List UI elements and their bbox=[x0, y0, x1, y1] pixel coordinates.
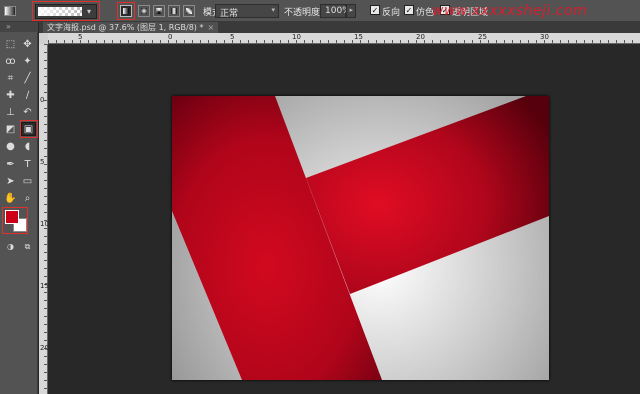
gradient-picker-highlight bbox=[32, 1, 100, 21]
shape-icon[interactable]: ▭ bbox=[20, 175, 35, 189]
clone-stamp-icon[interactable]: ⊥ bbox=[3, 106, 18, 120]
move-icon[interactable]: ✥ bbox=[20, 38, 35, 52]
reverse-label: 反向 bbox=[382, 8, 401, 18]
gradient-tool-highlight bbox=[20, 120, 38, 138]
ruler-label: 25 bbox=[478, 33, 487, 41]
watermark: www.xxxxxsheji.com bbox=[432, 3, 588, 19]
close-icon[interactable]: × bbox=[207, 23, 214, 32]
marquee-icon[interactable]: ⬚ bbox=[3, 38, 18, 52]
healing-brush-icon[interactable]: ✚ bbox=[3, 89, 18, 103]
ruler-label: 10 bbox=[292, 33, 301, 41]
opacity-dropdown[interactable]: ▸ bbox=[346, 4, 356, 18]
eraser-icon[interactable]: ◩ bbox=[3, 123, 18, 137]
document-canvas[interactable] bbox=[172, 96, 549, 380]
tools-panel-header[interactable]: » bbox=[0, 22, 38, 32]
dither-checkbox[interactable]: ✓ bbox=[404, 5, 414, 15]
history-brush-icon[interactable]: ↶ bbox=[20, 106, 35, 120]
chevron-right-icon: ▸ bbox=[349, 6, 353, 14]
document-tab-title: 文字海报.psd @ 37.6% (图层 1, RGB/8) * bbox=[47, 23, 204, 32]
opacity-label: 不透明度: bbox=[284, 8, 324, 18]
tools-panel: » ⬚ ✥ ꝏ ✦ ⌗ ╱ ✚ ∕ ⊥ ↶ ◩ ▣ ● ◖ ✒ T ➤ ▭ ✋ … bbox=[0, 22, 38, 394]
magic-wand-icon[interactable]: ✦ bbox=[20, 55, 35, 69]
reflected-gradient-button[interactable] bbox=[168, 5, 180, 17]
pen-icon[interactable]: ✒ bbox=[3, 158, 18, 172]
ruler-label: 0 bbox=[168, 33, 173, 41]
crop-icon[interactable]: ⌗ bbox=[3, 72, 18, 86]
ruler-label: 5 bbox=[230, 33, 235, 41]
ruler-label: 0 bbox=[40, 96, 45, 104]
zoom-icon[interactable]: ⌕ bbox=[20, 192, 35, 206]
chevron-down-icon: ▾ bbox=[271, 6, 275, 14]
red-horizontal-band bbox=[306, 96, 549, 294]
color-swatch-highlight bbox=[2, 207, 28, 234]
blur-icon[interactable]: ● bbox=[3, 140, 18, 154]
type-icon[interactable]: T bbox=[20, 158, 35, 172]
ruler-label: 20 bbox=[416, 33, 425, 41]
ruler-label: 5 bbox=[78, 33, 83, 41]
mode-select[interactable]: 正常 ▾ bbox=[215, 4, 279, 19]
brush-icon[interactable]: ∕ bbox=[20, 89, 35, 103]
ruler-label: 15 bbox=[354, 33, 363, 41]
document-tab[interactable]: 文字海报.psd @ 37.6% (图层 1, RGB/8) * × bbox=[43, 22, 219, 33]
dodge-icon[interactable]: ◖ bbox=[20, 140, 35, 154]
screen-mode-icon[interactable]: ⧉ bbox=[20, 240, 35, 254]
ruler-label: 5 bbox=[40, 158, 45, 166]
gradient-type-highlight bbox=[117, 2, 135, 20]
ruler-label: 30 bbox=[540, 33, 549, 41]
mode-select-value: 正常 bbox=[220, 9, 239, 19]
lasso-icon[interactable]: ꝏ bbox=[3, 55, 18, 69]
hand-icon[interactable]: ✋ bbox=[3, 192, 18, 206]
quick-mask-icon[interactable]: ◑ bbox=[3, 240, 18, 254]
angle-gradient-button[interactable] bbox=[153, 5, 165, 17]
document-tab-bar: 文字海报.psd @ 37.6% (图层 1, RGB/8) * × bbox=[39, 22, 640, 33]
vertical-ruler[interactable]: 0 5 10 15 20 bbox=[39, 44, 49, 394]
canvas-artwork bbox=[172, 96, 549, 380]
opacity-input[interactable]: 100% bbox=[320, 4, 351, 18]
radial-gradient-button[interactable] bbox=[138, 5, 150, 17]
tool-preset-icon[interactable] bbox=[3, 4, 17, 18]
path-select-icon[interactable]: ➤ bbox=[3, 175, 18, 189]
diamond-gradient-button[interactable] bbox=[183, 5, 195, 17]
eyedropper-icon[interactable]: ╱ bbox=[20, 72, 35, 86]
horizontal-ruler[interactable]: 5 0 5 10 15 20 25 30 bbox=[48, 33, 640, 44]
ruler-origin[interactable] bbox=[39, 33, 48, 44]
reverse-checkbox[interactable]: ✓ bbox=[370, 5, 380, 15]
options-bar: ▾ 模式: 正常 ▾ 不透明度: 100% ▸ ✓ 反向 ✓ 仿色 ✓ 透明区域… bbox=[0, 0, 640, 22]
workspace bbox=[48, 45, 640, 394]
